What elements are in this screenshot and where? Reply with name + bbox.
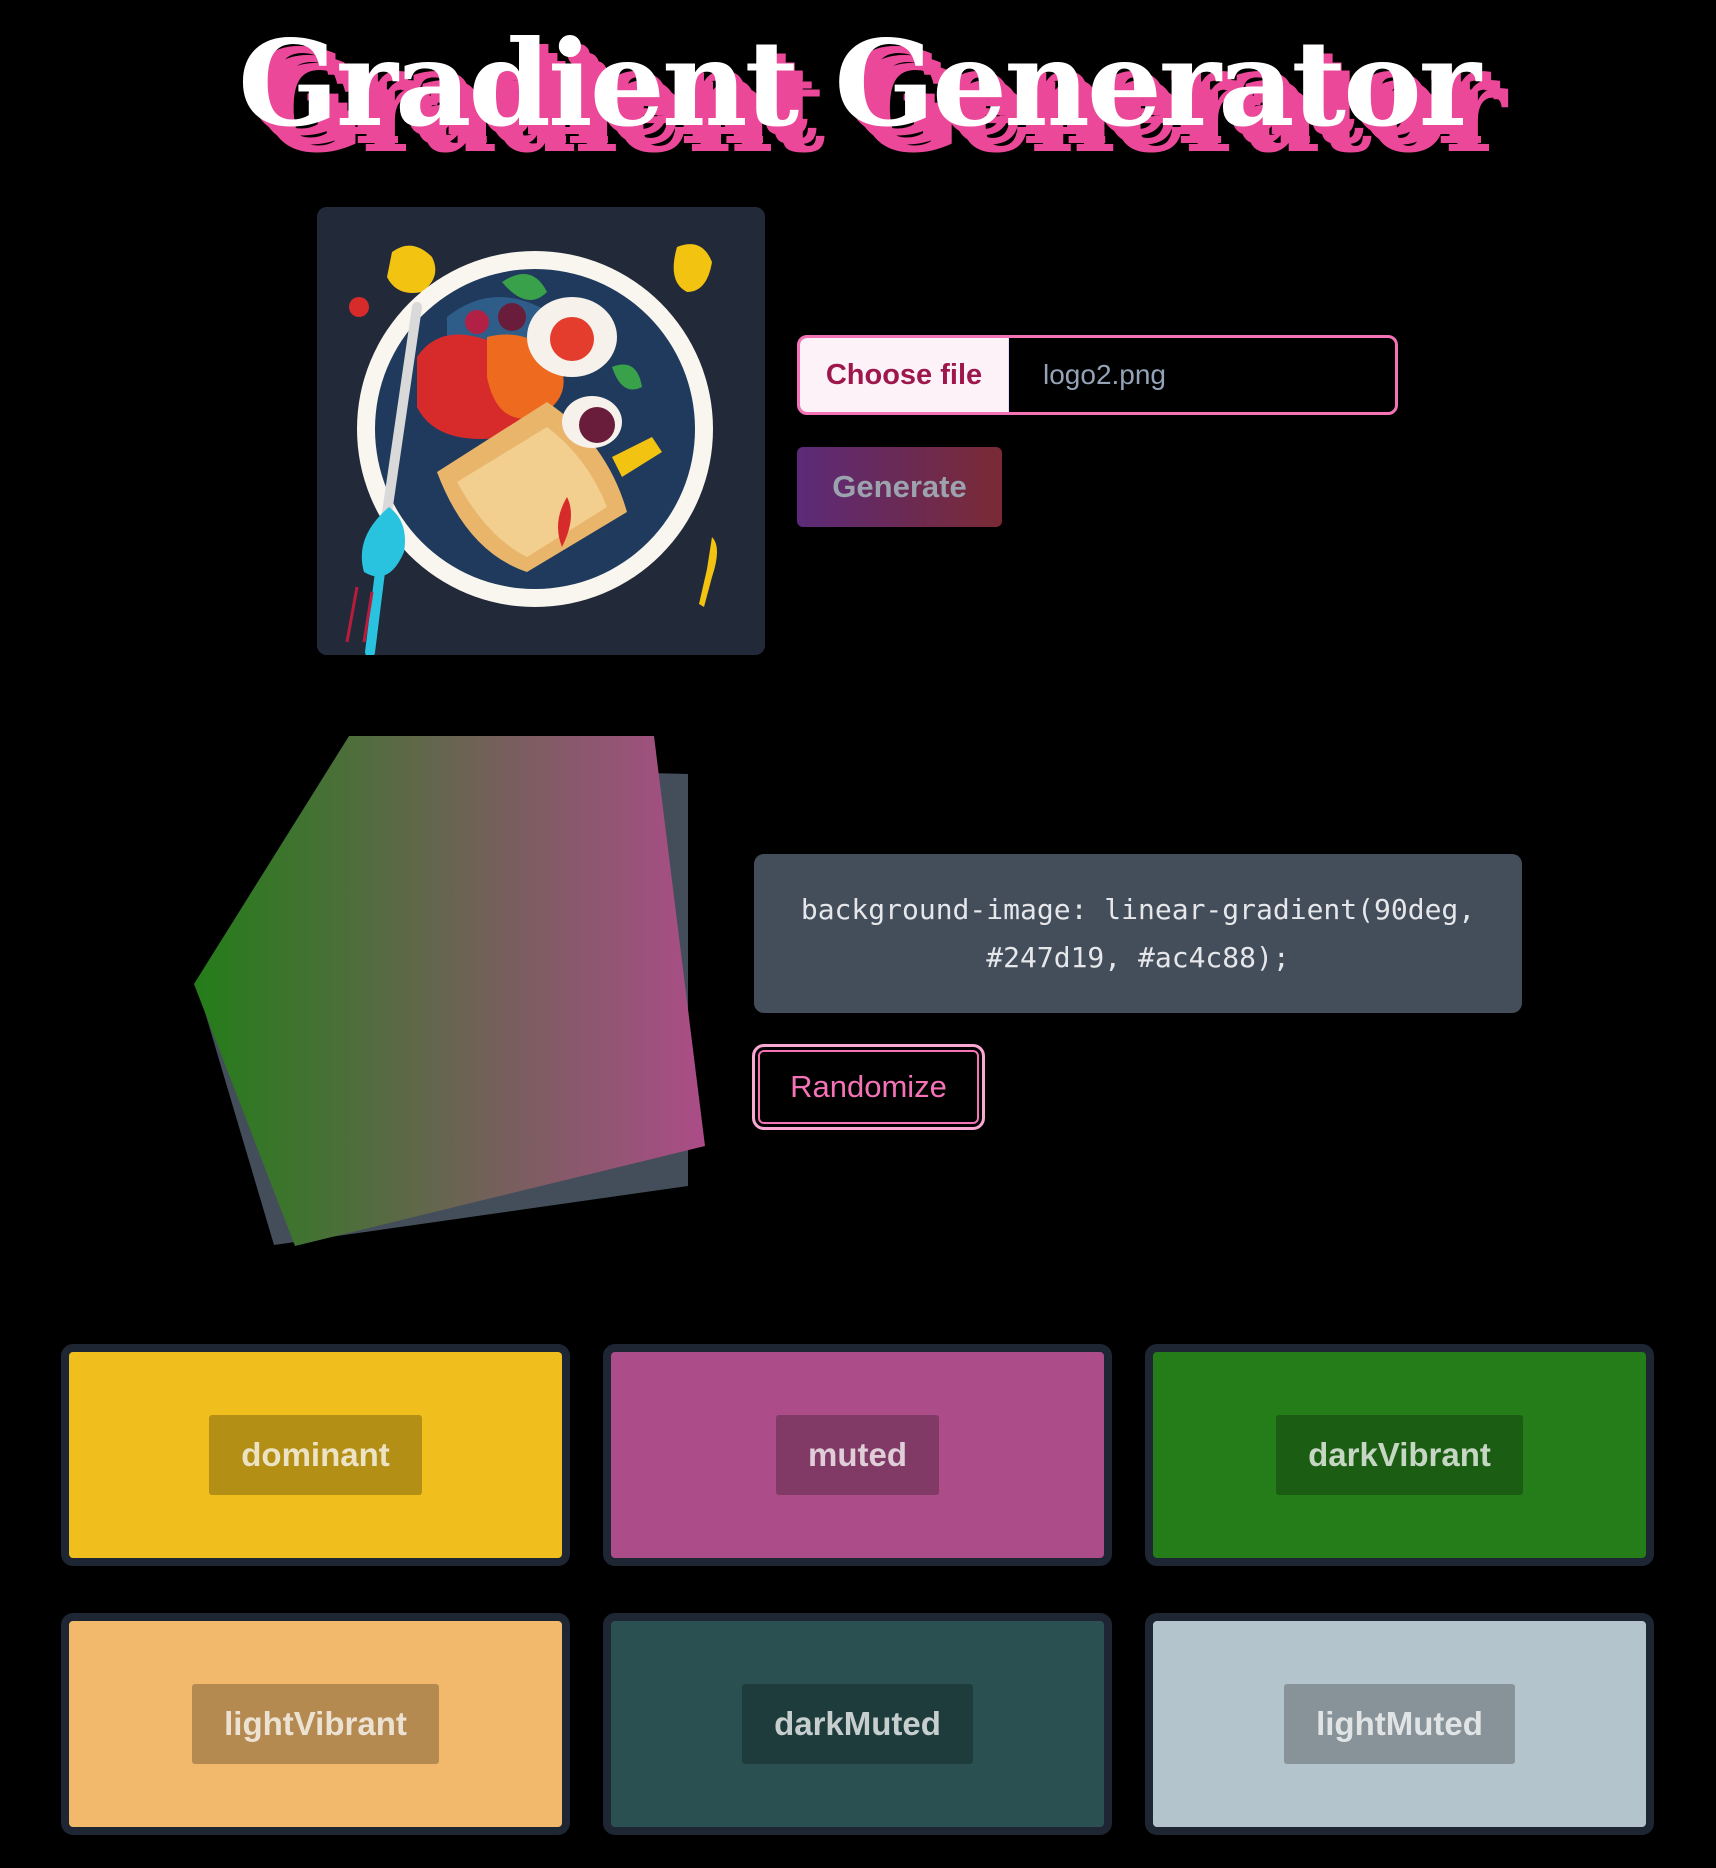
randomize-button[interactable]: Randomize xyxy=(752,1044,985,1130)
swatch-lightMuted[interactable]: lightMuted xyxy=(1145,1613,1654,1835)
css-code-line-1: background-image: linear-gradient(90deg, xyxy=(800,892,1476,926)
food-plate-illustration xyxy=(317,207,765,655)
selected-file-name: logo2.png xyxy=(1043,359,1167,390)
gradient-preview-shape xyxy=(180,720,720,1260)
generate-button[interactable]: Generate xyxy=(797,447,1002,527)
uploaded-image-preview xyxy=(317,207,765,655)
css-code-text[interactable]: background-image: linear-gradient(90deg,… xyxy=(788,886,1488,982)
swatch-lightVibrant[interactable]: lightVibrant xyxy=(61,1613,570,1835)
swatch-dominant[interactable]: dominant xyxy=(61,1344,570,1566)
swatch-darkVibrant[interactable]: darkVibrant xyxy=(1145,1344,1654,1566)
swatch-darkMuted[interactable]: darkMuted xyxy=(603,1613,1112,1835)
page-title: Gradient Generator xyxy=(238,14,1481,153)
choose-file-button[interactable]: Choose file xyxy=(800,338,1009,412)
gradient-polygon xyxy=(194,736,705,1246)
swatch-label: dominant xyxy=(209,1415,422,1495)
swatch-label: lightVibrant xyxy=(192,1684,439,1764)
swatch-label: muted xyxy=(776,1415,939,1495)
css-code-box: background-image: linear-gradient(90deg,… xyxy=(754,854,1522,1013)
swatch-label: darkVibrant xyxy=(1276,1415,1523,1495)
file-upload-input[interactable]: Choose file logo2.png xyxy=(797,335,1398,415)
swatch-muted[interactable]: muted xyxy=(603,1344,1112,1566)
swatch-label: lightMuted xyxy=(1284,1684,1515,1764)
palette-swatches: dominant muted darkVibrant lightVibrant dark… xyxy=(61,1344,1655,1835)
css-code-line-2: #247d19, #ac4c88); xyxy=(986,940,1290,974)
swatch-label: darkMuted xyxy=(742,1684,973,1764)
